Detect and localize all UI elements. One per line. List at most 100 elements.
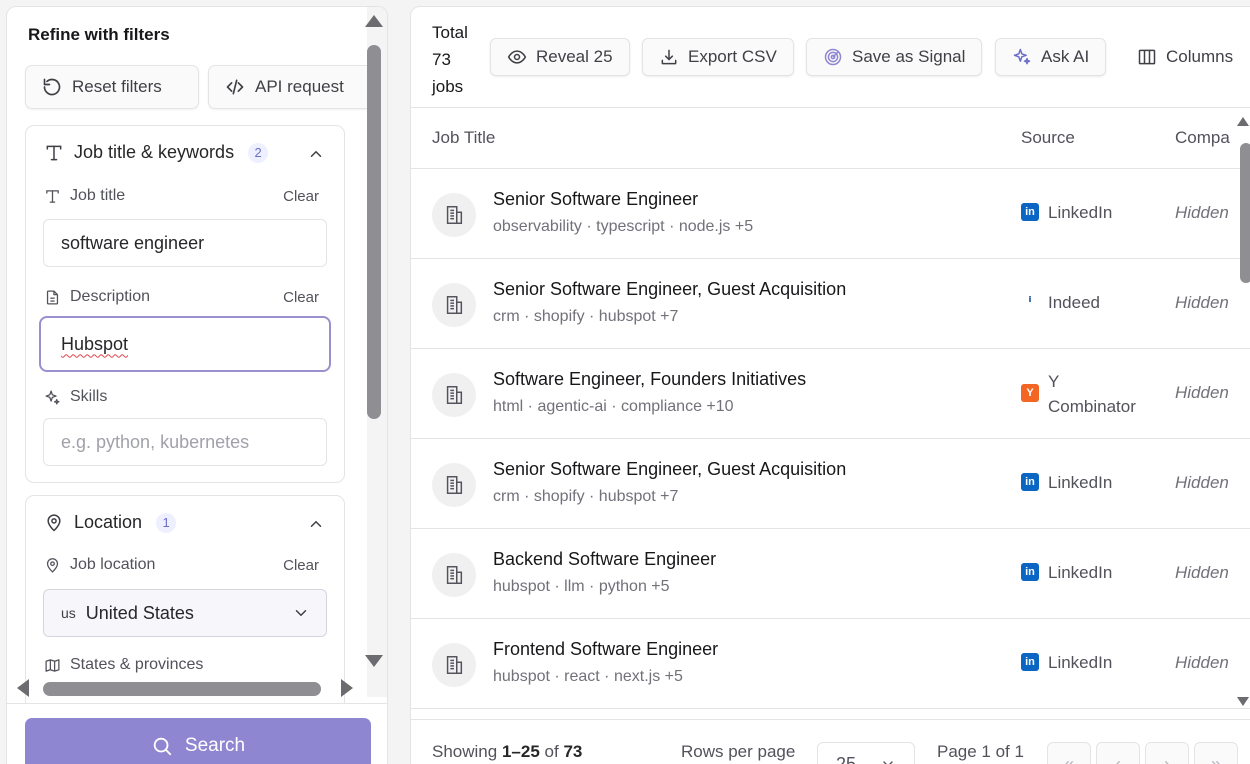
save-signal-button[interactable]: Save as Signal xyxy=(806,38,983,76)
total-jobs: Total 73 jobs xyxy=(432,19,492,100)
sparkle-icon xyxy=(45,389,60,405)
country-code: us xyxy=(61,605,76,621)
linkedin-icon: in xyxy=(1021,203,1039,221)
job-title-value: software engineer xyxy=(61,232,205,253)
states-label: States & provinces xyxy=(44,656,203,674)
skills-input[interactable]: e.g. python, kubernetes xyxy=(43,418,327,466)
map-pin-icon xyxy=(46,557,59,573)
table-row[interactable]: Frontend Software Engineer hubspot · rea… xyxy=(411,619,1250,709)
source-name: LinkedIn xyxy=(1048,473,1113,492)
reset-filters-label: Reset filters xyxy=(72,77,162,96)
sparkle-icon xyxy=(1013,48,1031,65)
source-name: LinkedIn xyxy=(1048,203,1113,222)
search-button[interactable]: Search xyxy=(25,718,371,764)
results-scroll-up-arrow[interactable] xyxy=(1237,117,1249,126)
source-name-line1: Y xyxy=(1048,372,1060,391)
ycombinator-icon: Y xyxy=(1021,384,1039,402)
scroll-right-arrow[interactable] xyxy=(341,679,353,697)
column-header-job-title[interactable]: Job Title xyxy=(432,128,495,148)
description-clear-button[interactable]: Clear xyxy=(283,289,319,306)
job-title[interactable]: Frontend Software Engineer xyxy=(493,639,718,660)
table-row[interactable]: Backend Software Engineer hubspot · llm … xyxy=(411,529,1250,619)
save-signal-label: Save as Signal xyxy=(852,47,966,66)
next-page-button[interactable]: › xyxy=(1145,742,1189,764)
source-name: Indeed xyxy=(1048,293,1100,312)
building-icon xyxy=(446,476,463,494)
results-scrollbar-thumb[interactable] xyxy=(1240,143,1250,283)
source-name: LinkedIn xyxy=(1048,563,1113,582)
country-select[interactable]: us United States xyxy=(43,589,327,637)
description-input[interactable]: Hubspot xyxy=(39,316,331,372)
results-scroll-down-arrow[interactable] xyxy=(1237,697,1249,706)
job-title[interactable]: Senior Software Engineer, Guest Acquisit… xyxy=(493,459,846,480)
job-title[interactable]: Backend Software Engineer xyxy=(493,549,716,570)
column-header-company[interactable]: Compa xyxy=(1175,128,1230,148)
chevron-down-icon xyxy=(295,610,307,617)
previous-page-button[interactable]: ‹ xyxy=(1096,742,1140,764)
table-row[interactable]: Senior Software Engineer, Guest Acquisit… xyxy=(411,259,1250,349)
job-title[interactable]: Senior Software Engineer, Guest Acquisit… xyxy=(493,279,846,300)
search-button-label: Search xyxy=(184,735,246,756)
job-title-clear-button[interactable]: Clear xyxy=(283,188,319,205)
job-source: in LinkedIn xyxy=(1021,470,1112,495)
api-request-button[interactable]: API request xyxy=(208,65,378,109)
scroll-left-arrow[interactable] xyxy=(17,679,29,697)
code-icon xyxy=(226,79,244,95)
reveal-button[interactable]: Reveal 25 xyxy=(490,38,630,76)
export-csv-button[interactable]: Export CSV xyxy=(642,38,794,76)
building-icon xyxy=(446,386,463,404)
chevron-up-icon[interactable] xyxy=(307,145,325,163)
job-source: ⁱ Indeed xyxy=(1021,290,1100,315)
results-panel: Total 73 jobs Reveal 25 Export CSV Save … xyxy=(410,6,1250,764)
table-row[interactable]: Senior Software Engineer observability ·… xyxy=(411,169,1250,259)
company-name: Hidden xyxy=(1175,563,1229,582)
map-pin-icon xyxy=(47,513,61,532)
showing-prefix: Showing xyxy=(432,742,498,761)
last-page-button[interactable]: » xyxy=(1194,742,1238,764)
filters-panel: Refine with filters Reset filters API re… xyxy=(6,6,388,764)
scroll-down-arrow[interactable] xyxy=(365,655,383,667)
rows-per-page-value: 25 xyxy=(836,753,857,764)
skills-label-text: Skills xyxy=(70,388,108,405)
job-keywords-header[interactable]: Job title & keywords 2 xyxy=(44,142,269,163)
chevron-down-icon xyxy=(883,761,893,764)
filters-hscrollbar-thumb[interactable] xyxy=(43,682,321,696)
job-keywords-section: Job title & keywords 2 Job title Clear s… xyxy=(25,125,345,483)
job-source: in LinkedIn xyxy=(1021,560,1112,585)
rows-per-page-select[interactable]: 25 xyxy=(817,742,915,764)
job-title[interactable]: Software Engineer, Founders Initiatives xyxy=(493,369,806,390)
table-row[interactable]: Senior Software Engineer, Guest Acquisit… xyxy=(411,439,1250,529)
scroll-up-arrow[interactable] xyxy=(365,15,383,27)
job-tags: crm · shopify · hubspot +7 xyxy=(493,488,679,505)
job-location-label-text: Job location xyxy=(70,556,156,573)
job-location-label: Job location xyxy=(44,556,155,574)
filters-scrollbar-thumb[interactable] xyxy=(367,45,381,419)
showing-range: Showing 1–25 of 73 xyxy=(432,742,582,762)
showing-total: 73 xyxy=(563,742,583,761)
api-request-label: API request xyxy=(255,77,344,96)
job-title-input[interactable]: software engineer xyxy=(43,219,327,267)
table-row[interactable]: Software Engineer, Founders Initiatives … xyxy=(411,349,1250,439)
columns-button[interactable]: Columns xyxy=(1121,38,1249,76)
column-header-source[interactable]: Source xyxy=(1021,128,1075,148)
building-icon xyxy=(446,206,463,224)
total-label: Total xyxy=(432,23,468,42)
filters-title: Refine with filters xyxy=(28,25,170,44)
location-header[interactable]: Location 1 xyxy=(44,512,177,533)
map-icon xyxy=(45,658,60,672)
job-location-clear-button[interactable]: Clear xyxy=(283,557,319,574)
reset-filters-button[interactable]: Reset filters xyxy=(25,65,199,109)
states-label-text: States & provinces xyxy=(70,656,204,673)
job-tags: observability · typescript · node.js +5 xyxy=(493,218,754,235)
pagination-bar: Showing 1–25 of 73 Rows per page 25 Page… xyxy=(411,719,1250,764)
showing-of: of xyxy=(544,742,559,761)
text-type-icon xyxy=(46,189,59,203)
chevron-up-icon[interactable] xyxy=(307,515,325,533)
ask-ai-button[interactable]: Ask AI xyxy=(995,38,1107,76)
linkedin-icon: in xyxy=(1021,473,1039,491)
first-page-button[interactable]: « xyxy=(1047,742,1091,764)
job-title[interactable]: Senior Software Engineer xyxy=(493,189,698,210)
company-name: Hidden xyxy=(1175,473,1229,492)
job-keywords-count-badge: 2 xyxy=(248,142,269,163)
company-logo-placeholder xyxy=(432,553,476,597)
